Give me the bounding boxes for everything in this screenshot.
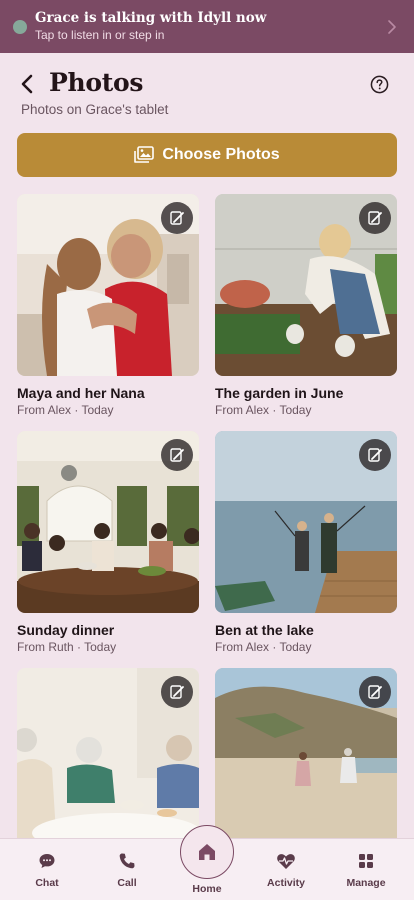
- banner-text: Grace is talking with Idyll now Tap to l…: [35, 10, 386, 43]
- edit-badge[interactable]: [359, 439, 391, 471]
- nav-label-activity: Activity: [267, 877, 305, 889]
- home-icon: [199, 844, 215, 860]
- photo-meta: From Ruth · Today: [17, 640, 117, 654]
- chat-icon: [39, 854, 55, 868]
- nav-item-manage[interactable]: Manage: [336, 851, 396, 889]
- photo-thumbnail[interactable]: [215, 431, 397, 613]
- photo-title: Ben at the lake: [215, 622, 314, 638]
- page-header: Photos Photos on Grace's tablet: [0, 53, 414, 123]
- grid-icon: [359, 854, 373, 868]
- edit-icon: [368, 211, 382, 225]
- edit-icon: [368, 448, 382, 462]
- photo-meta: From Alex · Today: [17, 403, 114, 417]
- chevron-right-icon: [388, 19, 396, 34]
- photo-icon: [134, 146, 155, 163]
- choose-photos-label: Choose Photos: [162, 146, 280, 163]
- nav-item-call[interactable]: Call: [97, 851, 157, 889]
- live-session-banner[interactable]: Grace is talking with Idyll now Tap to l…: [0, 0, 414, 53]
- photo-card[interactable]: The garden in June From Alex · Today: [215, 194, 397, 431]
- nav-item-home[interactable]: [180, 825, 234, 879]
- nav-label-chat: Chat: [35, 877, 59, 889]
- status-dot: [13, 19, 27, 34]
- edit-icon: [368, 685, 382, 699]
- photo-thumbnail[interactable]: [215, 668, 397, 850]
- photo-title: Maya and her Nana: [17, 385, 145, 401]
- photo-meta: From Alex · Today: [215, 640, 312, 654]
- photo-thumbnail[interactable]: [17, 431, 199, 613]
- help-icon[interactable]: [370, 75, 389, 94]
- edit-icon: [170, 211, 184, 225]
- banner-subtitle: Tap to listen in or step in: [35, 28, 165, 42]
- nav-label-manage: Manage: [346, 877, 386, 889]
- back-button[interactable]: [16, 73, 38, 95]
- nav-label-call: Call: [117, 877, 137, 889]
- photo-title: Sunday dinner: [17, 622, 115, 638]
- photo-title: The garden in June: [215, 385, 344, 401]
- heart-pulse-icon: [277, 854, 295, 869]
- photo-card[interactable]: Ben at the lake From Alex · Today: [215, 431, 397, 668]
- edit-icon: [170, 685, 184, 699]
- phone-icon: [119, 853, 135, 869]
- bottom-nav: Chat Call Home Activity Manage: [0, 825, 414, 900]
- edit-badge[interactable]: [161, 439, 193, 471]
- edit-badge[interactable]: [161, 676, 193, 708]
- choose-photos-button[interactable]: Choose Photos: [17, 133, 397, 177]
- nav-item-chat[interactable]: Chat: [17, 851, 77, 889]
- banner-title: Grace is talking with Idyll now: [35, 10, 267, 26]
- photo-grid: Maya and her Nana From Alex · Today The …: [17, 194, 397, 900]
- edit-badge[interactable]: [161, 202, 193, 234]
- photo-thumbnail[interactable]: [17, 668, 199, 850]
- nav-label-home: Home: [192, 883, 222, 895]
- edit-icon: [170, 448, 184, 462]
- edit-badge[interactable]: [359, 676, 391, 708]
- chevron-left-icon: [21, 74, 33, 94]
- photo-card[interactable]: Maya and her Nana From Alex · Today: [17, 194, 199, 431]
- page-subtitle: Photos on Grace's tablet: [21, 102, 169, 117]
- nav-item-activity[interactable]: Activity: [256, 851, 316, 889]
- edit-badge[interactable]: [359, 202, 391, 234]
- photo-thumbnail[interactable]: [17, 194, 199, 376]
- photo-meta: From Alex · Today: [215, 403, 312, 417]
- photo-thumbnail[interactable]: [215, 194, 397, 376]
- page-title: Photos: [49, 68, 144, 97]
- photo-card[interactable]: Sunday dinner From Ruth · Today: [17, 431, 199, 668]
